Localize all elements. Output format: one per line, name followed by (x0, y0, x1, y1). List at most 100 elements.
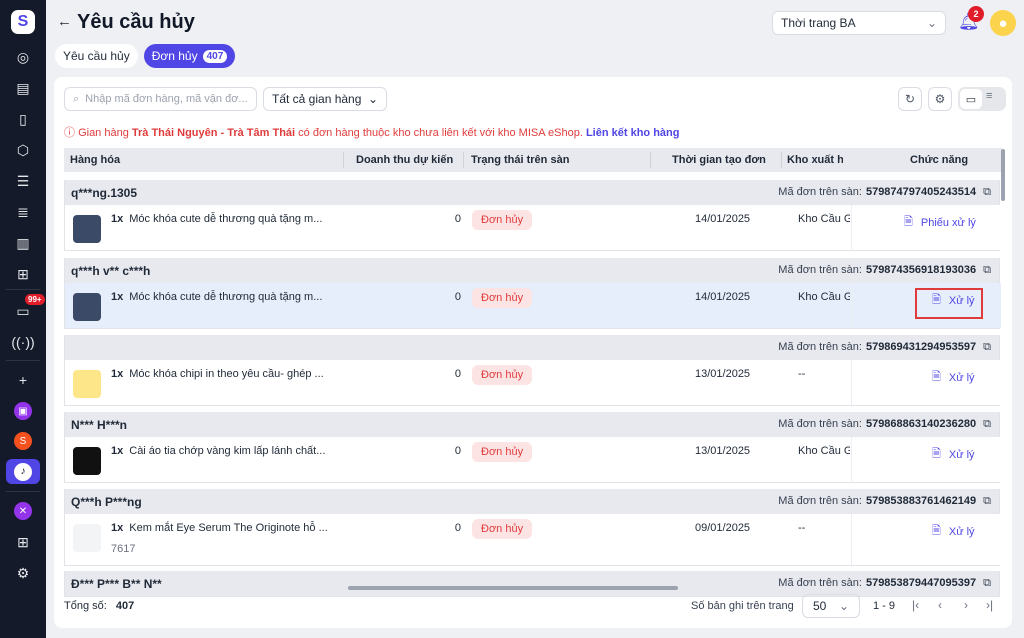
dashboard-icon[interactable]: ◎ (9, 45, 37, 69)
warehouse: -- (798, 522, 806, 534)
col-product: Hàng hóa (70, 154, 121, 166)
order-group-header: N*** H***n Mã đơn trên sàn: 5798688631402… (65, 412, 999, 437)
tab-cancelled-orders[interactable]: Đơn hủy 407 (143, 44, 236, 68)
next-page-button[interactable]: › (964, 598, 968, 612)
product-name[interactable]: 1x Cài áo tia chớp vàng kim lấp lánh chất… (111, 445, 325, 457)
process-label: Phiếu xử lý (920, 216, 976, 229)
tabs: Yêu cầu hủy Đơn hủy 407 (55, 44, 236, 68)
app-logo[interactable]: S (11, 10, 35, 34)
per-page-label: Số bản ghi trên trang (691, 600, 794, 612)
list-view-icon[interactable]: ≡ (986, 90, 992, 102)
tab-label: Yêu cầu hủy (63, 49, 130, 63)
process-button[interactable]: 🗎︎ Phiếu xử lý (904, 213, 976, 232)
order-id: Mã đơn trên sàn: 579853879447095397 ⧉ (778, 577, 991, 590)
order-id-label: Mã đơn trên sàn: (778, 186, 862, 198)
buyer-name: Đ*** P*** B** N** (71, 577, 162, 591)
document-icon[interactable]: ▯ (9, 107, 37, 131)
order-id: Mã đơn trên sàn: 579874797405243514 ⧉ (778, 186, 991, 199)
prev-page-button[interactable]: ‹ (938, 598, 942, 612)
horizontal-scrollbar[interactable] (348, 586, 678, 590)
back-arrow-icon[interactable]: ← (57, 13, 72, 30)
product-name[interactable]: 1x Móc khóa cute dễ thương quà tặng m... (111, 291, 322, 303)
shopee-icon[interactable]: S (9, 429, 37, 453)
copy-icon[interactable]: ⧉ (983, 495, 991, 507)
broadcast-icon[interactable]: ((·)) (9, 330, 37, 354)
order-group-header: q***h v** c***h Mã đơn trên sàn: 57987435… (65, 258, 999, 283)
table-row[interactable]: 1x Cài áo tia chớp vàng kim lấp lánh chất… (65, 437, 1001, 482)
order-group: Q***h P***ng Mã đơn trên sàn: 57985388376… (64, 489, 1001, 566)
integration-icon[interactable]: ✕ (9, 499, 37, 523)
last-page-button[interactable]: ›| (986, 598, 993, 612)
link-warehouse-link[interactable]: Liên kết kho hàng (586, 127, 680, 139)
copy-icon[interactable]: ⧉ (983, 418, 991, 430)
gift-icon[interactable]: ⊞ (9, 262, 37, 286)
column-settings-button[interactable]: ⚙ (928, 87, 952, 111)
first-page-button[interactable]: |‹ (912, 598, 919, 612)
avatar[interactable]: ● (990, 10, 1016, 36)
product-image (73, 293, 101, 321)
shop-select[interactable]: Thời trang BA ⌄ (772, 11, 946, 35)
process-button[interactable]: 🗎︎ Xử lý (932, 522, 975, 541)
total-count: Tổng số: 407 (64, 600, 134, 612)
actions-cell: 🗎︎ Phiếu xử lý (851, 205, 1001, 250)
table-row[interactable]: 1x Móc khóa chipi in theo yêu cầu- ghép .… (65, 360, 1001, 405)
order-id-label: Mã đơn trên sàn: (778, 418, 862, 430)
card-view-icon[interactable]: ▭ (960, 89, 982, 109)
process-button[interactable]: 🗎︎ Xử lý (932, 368, 975, 387)
store-filter-select[interactable]: Tất cả gian hàng ⌄ (263, 87, 387, 111)
refresh-button[interactable]: ↻ (898, 87, 922, 111)
chat-badge: 99+ (25, 294, 45, 305)
expected-revenue: 0 (454, 445, 461, 457)
product-name[interactable]: 1x Móc khóa cute dễ thương quà tặng m... (111, 213, 322, 225)
product-image (73, 370, 101, 398)
order-check-icon[interactable]: ▤ (9, 76, 37, 100)
box-icon[interactable]: ⬡ (9, 138, 37, 162)
chart-icon[interactable]: ▥ (9, 231, 37, 255)
quantity: 1x (111, 522, 124, 534)
checklist-icon[interactable]: ≣ (9, 200, 37, 224)
expected-revenue: 0 (454, 368, 461, 380)
settings-icon[interactable]: ⚙ (9, 561, 37, 585)
gear-icon: ⚙ (934, 92, 946, 106)
product-image (73, 447, 101, 475)
product-name[interactable]: 1x Kem mắt Eye Serum The Originote hỗ ... (111, 522, 328, 534)
store-purple-icon[interactable]: ▣ (9, 399, 37, 423)
order-id-label: Mã đơn trên sàn: (778, 341, 862, 353)
vertical-scrollbar[interactable] (1001, 149, 1005, 201)
list-icon[interactable]: ☰ (9, 169, 37, 193)
per-page-select[interactable]: 50 ⌄ (802, 594, 860, 618)
order-group-header: q***ng.1305 Mã đơn trên sàn: 579874797405… (65, 180, 999, 205)
order-group: Đ*** P*** B** N** Mã đơn trên sàn: 579853… (64, 571, 1000, 597)
quantity: 1x (111, 213, 124, 225)
plus-icon[interactable]: + (9, 368, 37, 392)
order-id: Mã đơn trên sàn: 579869431294953597 ⧉ (778, 341, 991, 354)
process-label: Xử lý (948, 448, 975, 461)
warning-text: Gian hàng (78, 127, 132, 139)
document-check-icon: 🗎︎ (904, 216, 913, 228)
quantity: 1x (111, 368, 124, 380)
table-row[interactable]: 1x Kem mắt Eye Serum The Originote hỗ ...… (65, 514, 1001, 565)
highlight-box (915, 288, 983, 319)
copy-icon[interactable]: ⧉ (983, 341, 991, 353)
copy-icon[interactable]: ⧉ (983, 186, 991, 198)
apps-add-icon[interactable]: ⊞ (9, 530, 37, 554)
order-group: Mã đơn trên sàn: 579869431294953597 ⧉ 1x M… (64, 335, 1001, 406)
quantity: 1x (111, 445, 124, 457)
process-button[interactable]: 🗎︎ Xử lý (932, 445, 975, 464)
tiktok-shop-icon[interactable]: ♪ (6, 459, 40, 484)
copy-icon[interactable]: ⧉ (983, 264, 991, 276)
table-header: Hàng hóa Doanh thu dự kiến Trạng thái tr… (64, 148, 1002, 172)
created-date: 13/01/2025 (695, 445, 751, 457)
tab-cancel-requests[interactable]: Yêu cầu hủy (55, 44, 138, 68)
search-input[interactable]: ⌕ Nhập mã đơn hàng, mã vận đơ... (64, 87, 257, 111)
table-row[interactable]: 1x Móc khóa cute dễ thương quà tặng m... … (65, 283, 1001, 328)
page-range: 1 - 9 (873, 600, 896, 612)
buyer-name: N*** H***n (71, 418, 128, 432)
order-id: Mã đơn trên sàn: 579874356918193036 ⧉ (778, 264, 991, 277)
chevron-down-icon: ⌄ (926, 16, 937, 30)
status-badge: Đơn hủy (472, 365, 533, 385)
copy-icon[interactable]: ⧉ (983, 577, 991, 589)
product-title: Móc khóa chipi in theo yêu cầu- ghép ... (129, 368, 324, 380)
product-name[interactable]: 1x Móc khóa chipi in theo yêu cầu- ghép .… (111, 368, 324, 380)
table-row[interactable]: 1x Móc khóa cute dễ thương quà tặng m... … (65, 205, 1001, 250)
